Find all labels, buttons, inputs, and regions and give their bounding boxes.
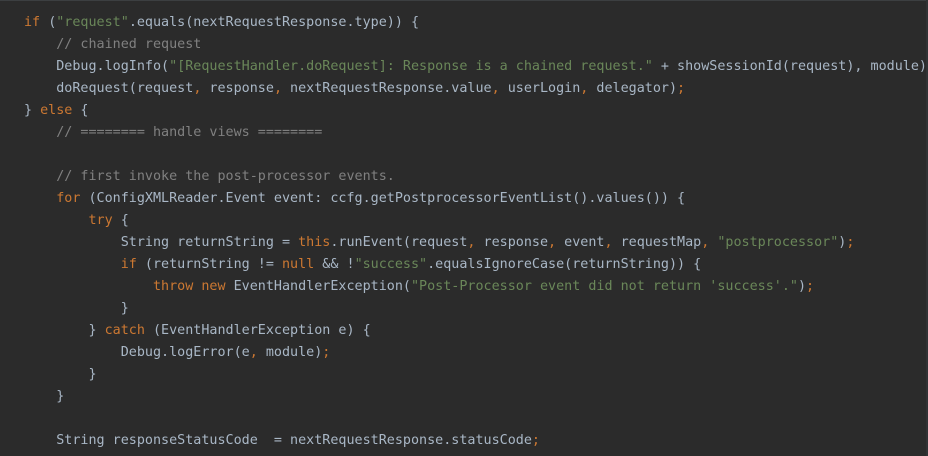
code-line[interactable]: // chained request (24, 34, 928, 56)
code-token: } (24, 389, 65, 404)
code-token: .equals(nextRequestResponse.type)) { (128, 15, 420, 30)
code-token: "[RequestHandler.doRequest]: Response is… (169, 59, 653, 74)
code-token: ; (531, 433, 540, 448)
code-token: // first invoke the post-processor event… (56, 169, 395, 184)
code-token: , (548, 235, 557, 250)
code-token: ) (797, 279, 807, 294)
code-token: null (282, 257, 315, 272)
code-token: module) (257, 345, 323, 360)
code-token: .runEvent(request (330, 235, 468, 250)
code-token: // chained request (56, 37, 202, 52)
code-line[interactable]: // ======== handle views ======== (24, 122, 928, 144)
code-line[interactable]: } catch (EventHandlerException e) { (24, 320, 928, 342)
code-token: { (72, 103, 89, 118)
code-token: Debug.logInfo( (24, 59, 170, 74)
code-line[interactable] (24, 408, 928, 430)
code-token: ; (677, 81, 686, 96)
code-token: throw new (153, 279, 226, 294)
code-token: "request" (56, 15, 129, 30)
code-token: , (273, 81, 282, 96)
code-token: if (120, 257, 137, 272)
code-token: { (112, 213, 129, 228)
code-token: } (24, 301, 129, 316)
code-token: userLogin (499, 81, 581, 96)
code-line[interactable]: try { (24, 210, 928, 232)
code-line[interactable]: if ("request".equals(nextRequestResponse… (24, 12, 928, 34)
code-token: response (201, 81, 274, 96)
code-token: "success" (354, 257, 428, 272)
code-line[interactable]: for (ConfigXMLReader.Event event: ccfg.g… (24, 188, 928, 210)
code-token: // ======== handle views ======== (56, 125, 323, 140)
code-token: else (40, 103, 73, 118)
code-token: "postprocessor" (717, 235, 839, 250)
code-token: String responseStatusCode = nextRequestR… (24, 433, 532, 448)
code-line[interactable]: } (24, 298, 928, 320)
code-token: , (249, 345, 258, 360)
code-token: this (298, 235, 331, 250)
editor-top-border (0, 0, 928, 1)
code-token: } (24, 103, 41, 118)
code-line[interactable]: // first invoke the post-processor event… (24, 166, 928, 188)
code-token: ; (806, 279, 815, 294)
code-token: "Post-Processor event did not return 'su… (411, 279, 798, 294)
code-editor[interactable]: if ("request".equals(nextRequestResponse… (0, 0, 928, 456)
code-token: } (24, 323, 105, 338)
code-token: } (24, 367, 97, 382)
code-line[interactable]: doRequest(request, response, nextRequest… (24, 78, 928, 100)
code-token: + showSessionId(request), module) (652, 59, 927, 74)
code-token: , (491, 81, 500, 96)
code-token: .equalsIgnoreCase(returnString)) { (427, 257, 702, 272)
code-token: ; (846, 235, 855, 250)
code-token: Debug.logError(e (24, 345, 250, 360)
code-token: (EventHandlerException e) { (144, 323, 371, 338)
code-line[interactable]: Debug.logInfo("[RequestHandler.doRequest… (24, 56, 928, 78)
code-token: (ConfigXMLReader.Event event: ccfg.getPo… (80, 191, 686, 206)
code-area[interactable]: if ("request".equals(nextRequestResponse… (24, 12, 928, 452)
code-token: requestMap (612, 235, 702, 250)
code-token: for (56, 191, 81, 206)
code-line[interactable]: String returnString = this.runEvent(requ… (24, 232, 928, 254)
code-token: EventHandlerException( (225, 279, 411, 294)
code-line[interactable]: throw new EventHandlerException("Post-Pr… (24, 276, 928, 298)
code-line[interactable] (24, 144, 928, 166)
code-line[interactable]: Debug.logError(e, module); (24, 342, 928, 364)
code-token: && ! (314, 257, 355, 272)
code-token: , (604, 235, 613, 250)
code-token: response (475, 235, 549, 250)
code-token: nextRequestResponse.value (282, 81, 492, 96)
code-token: doRequest(request (24, 81, 194, 96)
code-line[interactable]: } (24, 386, 928, 408)
code-line[interactable]: if (returnString != null && !"success".e… (24, 254, 928, 276)
code-token: event (556, 235, 605, 250)
code-line[interactable]: } (24, 364, 928, 386)
code-token: if (24, 15, 49, 30)
code-token: (returnString != (136, 257, 282, 272)
code-token: delegator) (588, 81, 678, 96)
code-token: ; (322, 345, 331, 360)
code-token: catch (104, 323, 145, 338)
code-token: try (88, 213, 113, 228)
code-token: String returnString = (24, 235, 299, 250)
code-line[interactable]: String responseStatusCode = nextRequestR… (24, 430, 928, 452)
code-line[interactable]: } else { (24, 100, 928, 122)
